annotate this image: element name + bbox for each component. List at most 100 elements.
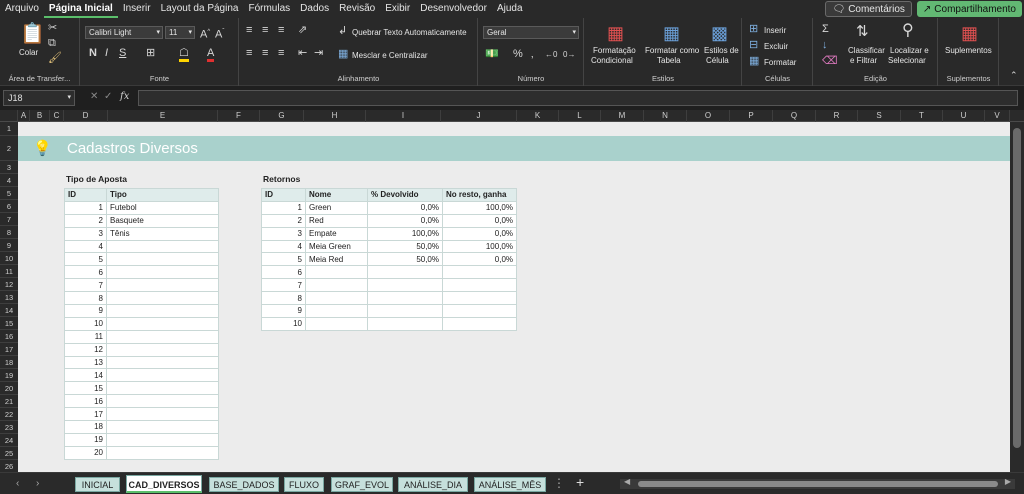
menu-dados[interactable]: Dados (295, 0, 334, 18)
row-header[interactable]: 12 (0, 278, 18, 291)
tipo-cell[interactable] (106, 381, 219, 396)
tipo-cell[interactable] (106, 239, 219, 254)
devolvido-cell[interactable] (367, 304, 443, 318)
menu-revisao[interactable]: Revisão (334, 0, 380, 18)
sort-filter-icon[interactable]: ⇅ (856, 24, 869, 39)
sort-filter-label-2[interactable]: e Filtrar (850, 56, 877, 65)
id-cell[interactable]: 7 (64, 278, 107, 293)
menu-exibir[interactable]: Exibir (380, 0, 415, 18)
row-header[interactable]: 4 (0, 174, 18, 187)
find-select-label-2[interactable]: Selecionar (888, 56, 926, 65)
resto-ganha-cell[interactable] (442, 304, 517, 318)
tipo-cell[interactable] (106, 342, 219, 357)
percent-icon[interactable]: % (513, 49, 523, 60)
id-cell[interactable]: 10 (261, 316, 306, 331)
cond-format-label-1[interactable]: Formatação (593, 46, 636, 55)
find-select-icon[interactable]: ⚲ (902, 23, 914, 39)
resto-ganha-cell[interactable]: 100,0% (442, 200, 517, 215)
id-cell[interactable]: 11 (64, 329, 107, 344)
align-middle-icon[interactable]: ≡ (262, 25, 268, 36)
row-header[interactable]: 17 (0, 343, 18, 356)
menu-inserir[interactable]: Inserir (118, 0, 156, 18)
thousands-icon[interactable]: ‚ (531, 49, 533, 60)
column-header-s[interactable]: S (858, 110, 901, 122)
row-header[interactable]: 15 (0, 317, 18, 330)
row-header[interactable]: 8 (0, 226, 18, 239)
font-size-select[interactable]: 11 ▾ (165, 26, 195, 39)
column-header-i[interactable]: I (366, 110, 441, 122)
next-sheet-icon[interactable]: › (36, 478, 39, 489)
column-header-k[interactable]: K (517, 110, 559, 122)
italic-icon[interactable]: I (105, 48, 108, 59)
nome-cell[interactable]: Red (305, 213, 368, 228)
id-cell[interactable]: 4 (64, 239, 107, 254)
resto-ganha-cell[interactable] (442, 316, 517, 331)
clear-icon[interactable]: ⌫ (822, 56, 838, 67)
row-header[interactable]: 14 (0, 304, 18, 317)
id-cell[interactable]: 2 (64, 213, 107, 228)
comments-button[interactable]: 🗨 Comentários (825, 1, 912, 17)
format-cells-button[interactable]: Formatar (764, 58, 796, 67)
tipo-cell[interactable] (106, 316, 219, 331)
id-cell[interactable]: 17 (64, 407, 107, 422)
horizontal-scrollbar[interactable]: ◀ ▶ (620, 477, 1015, 489)
devolvido-cell[interactable]: 0,0% (367, 200, 443, 215)
resto-ganha-cell[interactable] (442, 291, 517, 306)
id-cell[interactable]: 6 (64, 265, 107, 280)
nome-cell[interactable] (305, 316, 368, 331)
tipo-cell[interactable] (106, 304, 219, 318)
resto-ganha-cell[interactable]: 0,0% (442, 252, 517, 267)
id-cell[interactable]: 20 (64, 445, 107, 460)
row-header[interactable]: 6 (0, 200, 18, 213)
add-sheet-icon[interactable]: + (576, 474, 584, 490)
number-format-select[interactable]: Geral ▾ (483, 26, 579, 39)
id-cell[interactable]: 15 (64, 381, 107, 396)
tab-analise-mes[interactable]: ANÁLISE_MÊS (474, 477, 546, 492)
row-header[interactable]: 3 (0, 161, 18, 174)
paste-label[interactable]: Colar (19, 48, 38, 57)
row-header[interactable]: 25 (0, 447, 18, 460)
devolvido-cell[interactable] (367, 291, 443, 306)
find-select-label-1[interactable]: Localizar e (890, 46, 929, 55)
id-cell[interactable]: 2 (261, 213, 306, 228)
tipo-cell[interactable] (106, 291, 219, 306)
id-cell[interactable]: 14 (64, 368, 107, 383)
id-cell[interactable]: 5 (261, 252, 306, 267)
column-header-t[interactable]: T (901, 110, 943, 122)
confirm-icon[interactable]: ✓ (104, 91, 112, 102)
menu-pagina-inicial[interactable]: Página Inicial (43, 0, 118, 18)
decrease-font-icon[interactable]: Aˇ (215, 27, 224, 41)
format-painter-icon[interactable]: 🖌 (48, 53, 62, 64)
id-cell[interactable]: 3 (64, 226, 107, 241)
id-cell[interactable]: 9 (261, 304, 306, 318)
column-header-h[interactable]: H (304, 110, 366, 122)
column-header-r[interactable]: R (816, 110, 858, 122)
paste-icon[interactable]: 📋 (20, 24, 45, 44)
insert-cells-icon[interactable]: ⊞ (749, 24, 758, 35)
nome-cell[interactable] (305, 304, 368, 318)
column-header-e[interactable]: E (108, 110, 218, 122)
scroll-right-icon[interactable]: ▶ (1005, 477, 1011, 486)
tab-fluxo[interactable]: FLUXO (284, 477, 324, 492)
id-cell[interactable]: 8 (261, 291, 306, 306)
nome-cell[interactable] (305, 265, 368, 280)
devolvido-cell[interactable]: 0,0% (367, 213, 443, 228)
column-header-j[interactable]: J (441, 110, 517, 122)
column-header-v[interactable]: V (985, 110, 1010, 122)
devolvido-cell[interactable] (367, 316, 443, 331)
id-cell[interactable]: 7 (261, 278, 306, 293)
row-header[interactable]: 24 (0, 434, 18, 447)
column-header-q[interactable]: Q (773, 110, 816, 122)
menu-layout[interactable]: Layout da Página (156, 0, 244, 18)
sort-filter-label-1[interactable]: Classificar (848, 46, 885, 55)
delete-cells-button[interactable]: Excluir (764, 42, 788, 51)
column-header-d[interactable]: D (64, 110, 108, 122)
cell-styles-label-1[interactable]: Estilos de (704, 46, 739, 55)
collapse-ribbon-icon[interactable]: ⌃ (1010, 70, 1018, 81)
resto-ganha-cell[interactable]: 100,0% (442, 239, 517, 254)
tab-cad-diversos[interactable]: CAD_DIVERSOS (126, 475, 202, 493)
column-header-f[interactable]: F (218, 110, 260, 122)
tipo-cell[interactable] (106, 265, 219, 280)
format-cells-icon[interactable]: ▦ (749, 56, 759, 67)
menu-formulas[interactable]: Fórmulas (243, 0, 295, 18)
